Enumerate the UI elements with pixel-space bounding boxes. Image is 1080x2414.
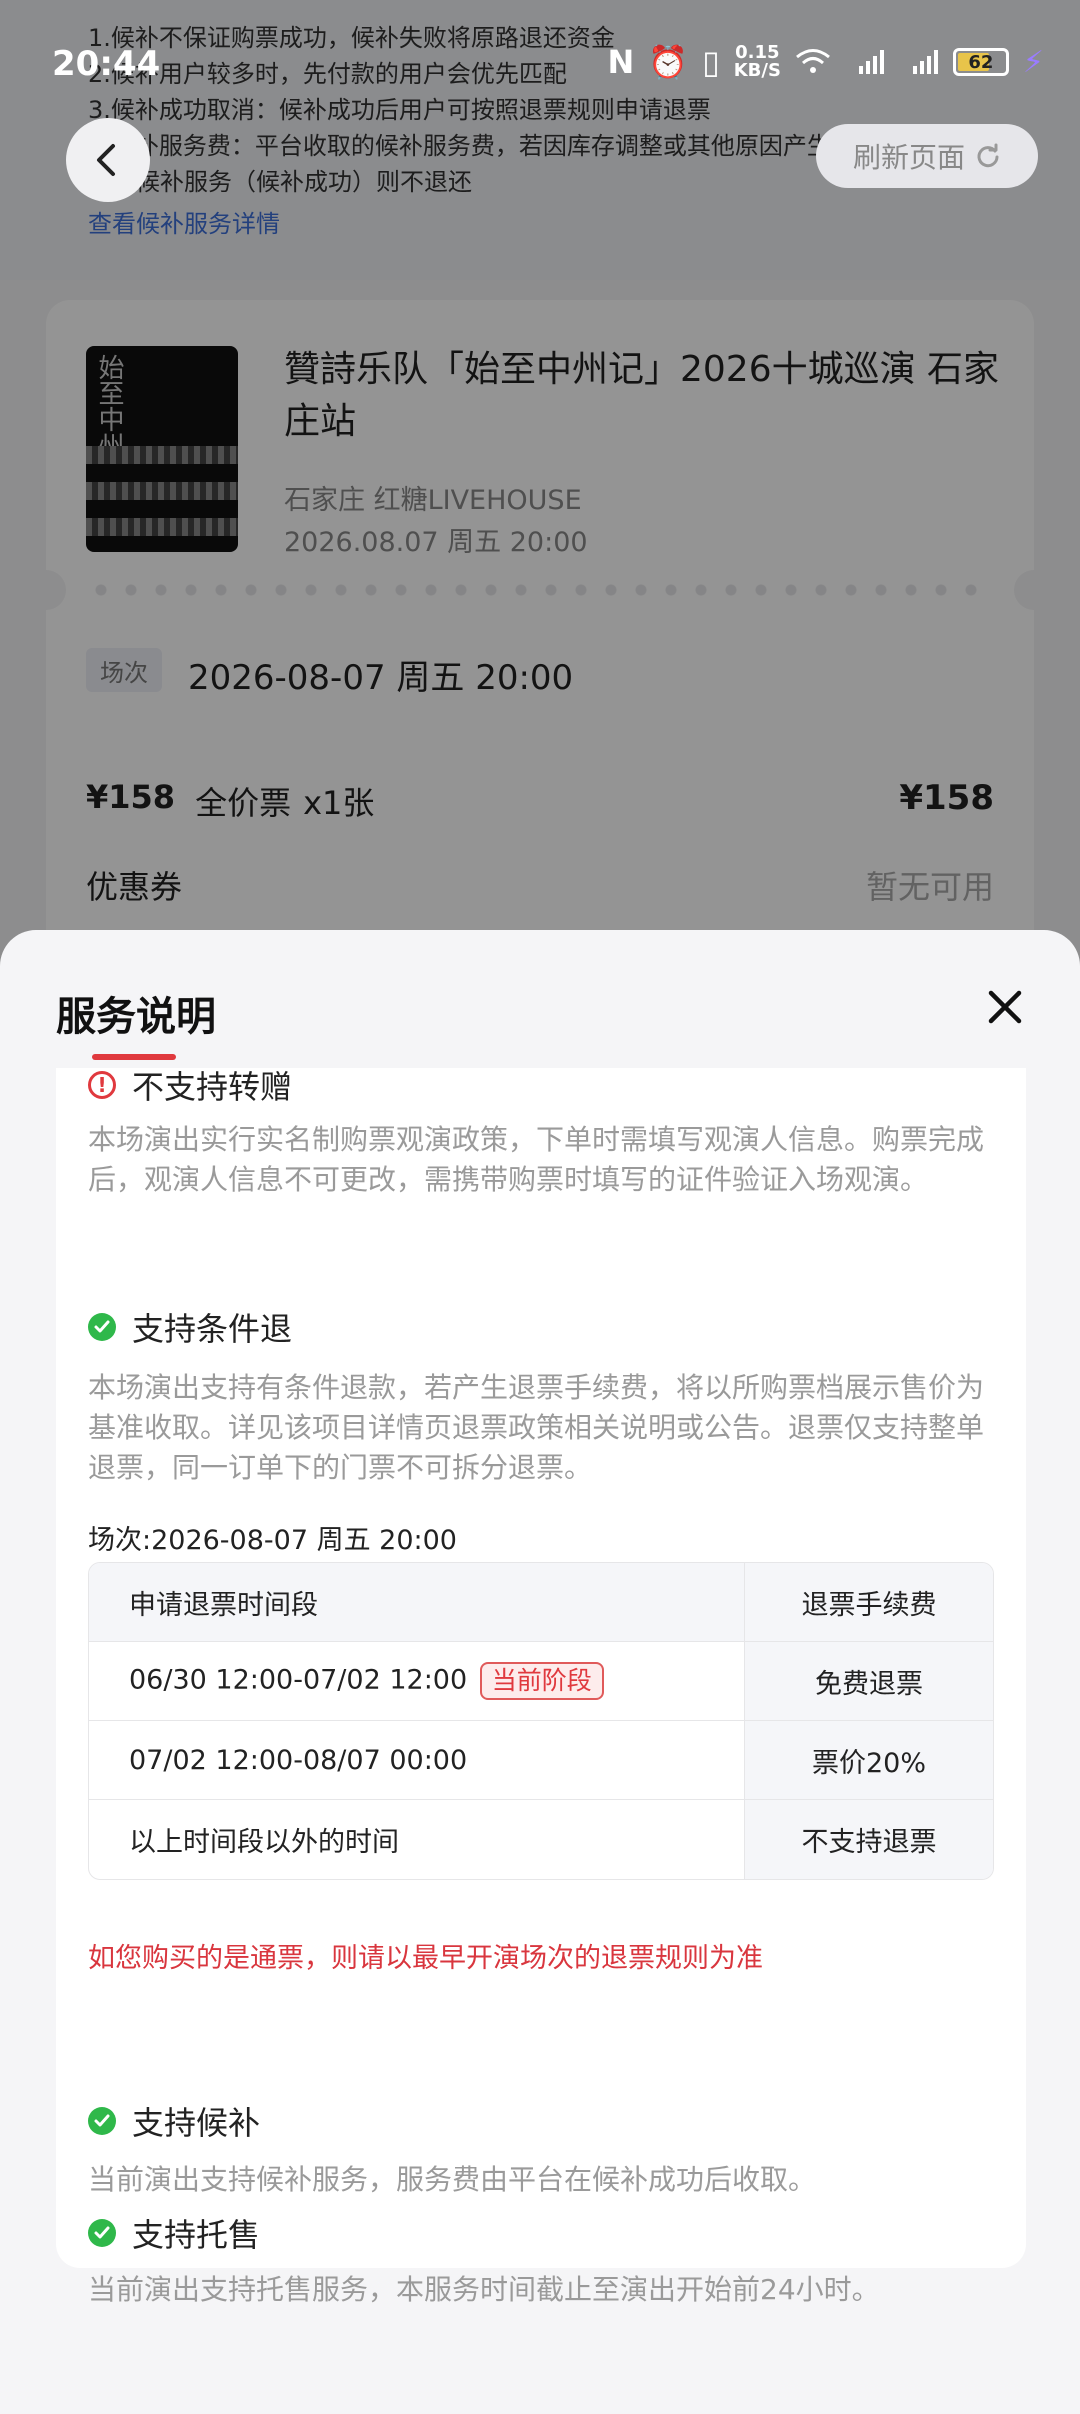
table-cell-period: 以上时间段以外的时间 — [89, 1800, 745, 1879]
table-row: 06/30 12:00-07/02 12:00 当前阶段 免费退票 — [89, 1642, 993, 1721]
section-transfer-desc: 本场演出实行实名制购票观演政策，下单时需填写观演人信息。购票完成后，观演人信息不… — [88, 1123, 985, 1196]
refund-session-line: 场次:2026-08-07 周五 20:00 — [88, 1525, 457, 1556]
charging-icon: ⚡ — [1022, 44, 1044, 80]
status-time: 20:44 — [52, 44, 161, 84]
section-title: 支持托售 — [132, 2216, 261, 2254]
table-cell-period: 06/30 12:00-07/02 12:00 当前阶段 — [89, 1642, 745, 1721]
nfc-icon: N — [607, 43, 635, 81]
chevron-left-icon — [97, 144, 115, 176]
vibrate-icon: ▯ — [702, 43, 720, 81]
status-icons: N ⏰ ▯ 0.15 KB/S 62 ⚡ — [607, 44, 1044, 80]
column-header-fee: 退票手续费 — [745, 1563, 993, 1642]
battery-icon: 62 — [952, 48, 1009, 76]
check-circle-icon — [88, 1313, 116, 1341]
refresh-button[interactable]: 刷新页面 — [816, 124, 1038, 188]
signal-5g-icon — [912, 50, 938, 74]
check-circle-icon — [88, 2107, 116, 2135]
table-cell-fee: 不支持退票 — [745, 1800, 993, 1879]
section-title: 不支持转赠 — [132, 1068, 293, 1106]
section-refund-heading: 支持条件退 — [88, 1304, 292, 1350]
section-waitlist-desc: 当前演出支持候补服务，服务费由平台在候补成功后收取。 — [88, 2163, 817, 2196]
status-bar: 20:44 N ⏰ ▯ 0.15 KB/S 62 ⚡ — [0, 0, 1080, 130]
check-circle-icon — [88, 2219, 116, 2247]
refund-table: 申请退票时间段 退票手续费 06/30 12:00-07/02 12:00 当前… — [88, 1562, 994, 1880]
column-header-period: 申请退票时间段 — [89, 1563, 745, 1642]
section-waitlist-heading: 支持候补 — [88, 2098, 260, 2144]
section-transfer-heading: ! 不支持转赠 — [88, 1068, 292, 1108]
refresh-icon — [977, 143, 999, 168]
table-row: 07/02 12:00-08/07 00:00 票价20% — [89, 1721, 993, 1800]
section-resale-heading: 支持托售 — [88, 2210, 260, 2256]
sheet-title: 服务说明 — [56, 994, 216, 1040]
table-cell-fee: 免费退票 — [745, 1642, 993, 1721]
close-icon — [988, 990, 1022, 1024]
alarm-icon: ⏰ — [648, 43, 689, 81]
close-button[interactable] — [978, 980, 1032, 1034]
network-speed: 0.15 KB/S — [734, 44, 781, 80]
section-title: 支持候补 — [132, 2104, 261, 2142]
table-cell-fee: 票价20% — [745, 1721, 993, 1800]
speed-unit: KB/S — [733, 60, 781, 81]
through-ticket-note: 如您购买的是通票，则请以最早开演场次的退票规则为准 — [88, 1943, 763, 1974]
wifi-icon — [795, 49, 830, 73]
refresh-label: 刷新页面 — [852, 141, 965, 174]
warning-icon: ! — [88, 1071, 116, 1099]
service-sheet: 服务说明 ! 不支持转赠 本场演出实行实名制购票观演政策，下单时需填写观演人信息… — [0, 930, 1080, 2414]
back-button[interactable] — [66, 118, 150, 202]
battery-level: 62 — [968, 51, 994, 73]
section-title: 支持条件退 — [132, 1310, 293, 1348]
section-resale-desc: 当前演出支持托售服务，本服务时间截止至演出开始前24小时。 — [88, 2273, 880, 2306]
period-text: 06/30 12:00-07/02 12:00 — [129, 1664, 468, 1696]
signal-5g-icon — [858, 50, 884, 74]
sheet-content[interactable]: ! 不支持转赠 本场演出实行实名制购票观演政策，下单时需填写观演人信息。购票完成… — [56, 1068, 1026, 2268]
section-refund-desc: 本场演出支持有条件退款，若产生退票手续费，将以所购票档展示售价为基准收取。详见该… — [88, 1371, 985, 1484]
table-row: 以上时间段以外的时间 不支持退票 — [89, 1800, 993, 1879]
scroll-indicator — [92, 1054, 176, 1060]
table-header-row: 申请退票时间段 退票手续费 — [89, 1563, 993, 1642]
current-stage-badge: 当前阶段 — [479, 1662, 604, 1700]
table-cell-period: 07/02 12:00-08/07 00:00 — [89, 1721, 745, 1800]
